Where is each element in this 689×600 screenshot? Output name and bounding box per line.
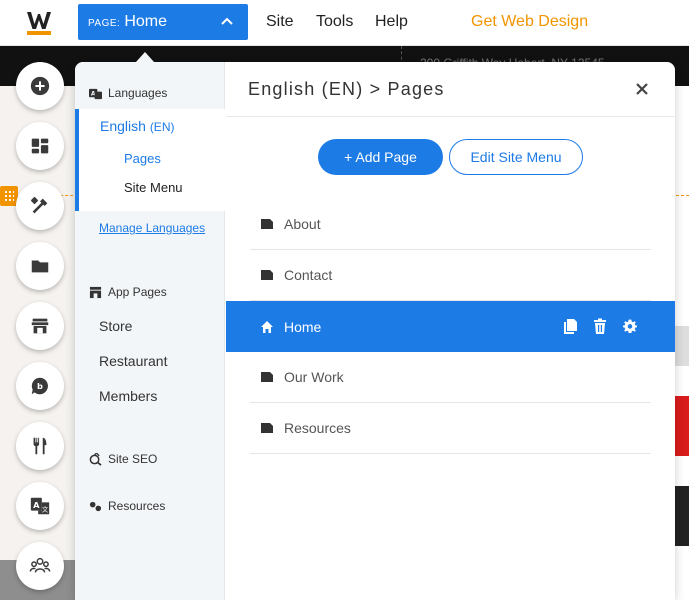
page-row-our-work[interactable]: Our Work xyxy=(226,352,675,403)
seo-icon xyxy=(89,452,102,466)
folder-icon[interactable] xyxy=(16,242,64,290)
app-pages-header: App Pages xyxy=(89,285,167,299)
language-english[interactable]: English (EN) xyxy=(100,118,174,134)
app-pages-label: App Pages xyxy=(108,285,167,299)
svg-text:A: A xyxy=(33,500,40,510)
page-row-contact[interactable]: Contact xyxy=(226,250,675,301)
nav-tools[interactable]: Tools xyxy=(316,0,353,44)
svg-text:b: b xyxy=(37,381,43,391)
store-icon[interactable] xyxy=(16,302,64,350)
page-label: Contact xyxy=(284,267,333,283)
page-row-home[interactable]: Home xyxy=(226,301,675,352)
languages-icon: A xyxy=(89,88,102,99)
chevron-up-icon xyxy=(220,15,234,29)
nav-site[interactable]: Site xyxy=(266,0,294,44)
row-actions xyxy=(563,318,637,334)
sidebar-item-pages[interactable]: Pages xyxy=(124,151,161,166)
panel-sidebar: A Languages English (EN) Pages Site Menu… xyxy=(75,62,225,600)
page-selector-button[interactable]: PAGE: Home xyxy=(78,4,248,40)
design-icon[interactable] xyxy=(16,182,64,230)
add-page-button[interactable]: + Add Page xyxy=(318,139,443,175)
page-label: Our Work xyxy=(284,369,344,385)
page-row-about[interactable]: About xyxy=(226,199,675,250)
top-bar: PAGE: Home Site Tools Help Get Web Desig… xyxy=(0,0,689,46)
resources-label: Resources xyxy=(108,499,166,513)
title-divider xyxy=(226,116,675,117)
panel-main: English (EN) > Pages + Add Page Edit Sit… xyxy=(226,62,675,600)
page-icon xyxy=(260,370,274,384)
members-icon[interactable] xyxy=(16,542,64,590)
site-seo-label: Site SEO xyxy=(108,452,158,466)
pages-panel: A Languages English (EN) Pages Site Menu… xyxy=(75,62,675,600)
page-label: About xyxy=(284,216,321,232)
get-web-design-link[interactable]: Get Web Design xyxy=(471,0,588,44)
manage-languages-link[interactable]: Manage Languages xyxy=(99,221,205,235)
languages-header: A Languages xyxy=(89,86,167,100)
resources-icon xyxy=(89,501,102,511)
page-row-resources[interactable]: Resources xyxy=(226,403,675,454)
home-icon xyxy=(260,320,274,334)
nav-help[interactable]: Help xyxy=(375,0,408,44)
trash-icon[interactable] xyxy=(593,318,607,334)
sidebar-item-site-menu[interactable]: Site Menu xyxy=(124,180,183,195)
restaurant-icon[interactable] xyxy=(16,422,64,470)
sidebar-item-store[interactable]: Store xyxy=(99,318,132,334)
layout-icon[interactable] xyxy=(16,122,64,170)
edit-site-menu-button[interactable]: Edit Site Menu xyxy=(449,139,583,175)
page-icon xyxy=(260,268,274,282)
page-icon xyxy=(260,421,274,435)
language-name: English xyxy=(100,118,146,134)
panel-pointer xyxy=(136,52,154,62)
page-icon xyxy=(260,217,274,231)
svg-text:文: 文 xyxy=(42,505,49,514)
blog-icon[interactable]: b xyxy=(16,362,64,410)
language-code: (EN) xyxy=(149,120,175,134)
gear-icon[interactable] xyxy=(623,318,637,334)
panel-title: English (EN) > Pages xyxy=(248,79,445,99)
page-prefix: PAGE: xyxy=(88,17,121,29)
page-label: Home xyxy=(284,318,322,335)
languages-label: Languages xyxy=(108,86,168,100)
site-seo-item[interactable]: Site SEO xyxy=(89,452,157,466)
translate-icon[interactable]: A文 xyxy=(16,482,64,530)
add-icon[interactable] xyxy=(16,62,64,110)
duplicate-icon[interactable] xyxy=(563,318,577,334)
sidebar-item-restaurant[interactable]: Restaurant xyxy=(99,353,167,369)
close-icon[interactable] xyxy=(631,78,653,100)
resources-item[interactable]: Resources xyxy=(89,499,165,513)
current-page-name: Home xyxy=(124,13,168,30)
site-logo[interactable] xyxy=(26,10,52,36)
app-pages-icon xyxy=(89,286,102,298)
page-label: Resources xyxy=(284,420,351,436)
sidebar-item-members[interactable]: Members xyxy=(99,388,157,404)
